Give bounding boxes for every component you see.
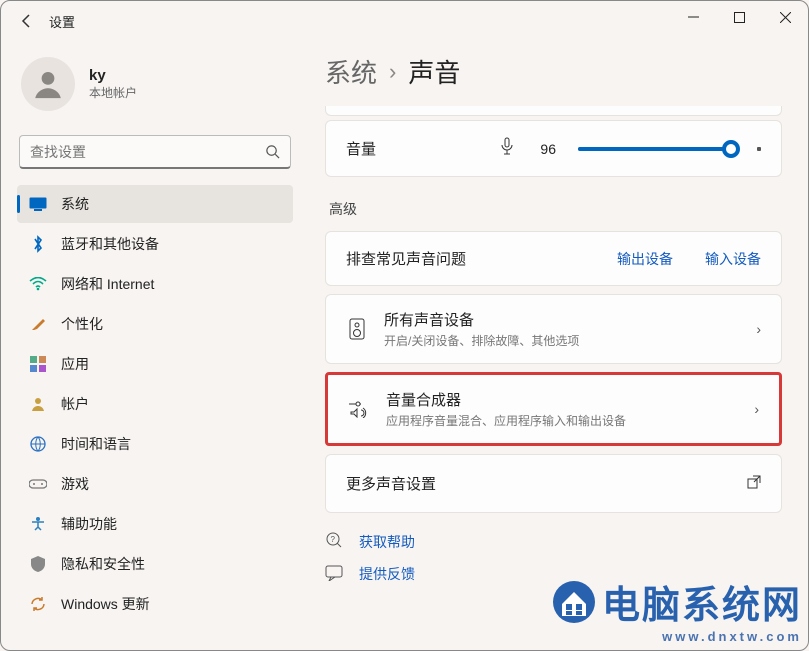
person-icon [31, 67, 65, 101]
nav-label: 时间和语言 [61, 434, 131, 454]
volume-card: 音量 96 [325, 120, 782, 177]
nav-privacy[interactable]: 隐私和安全性 [17, 545, 293, 583]
nav-label: 应用 [61, 354, 89, 374]
mixer-icon [348, 400, 370, 418]
nav-label: 辅助功能 [61, 514, 117, 534]
arrow-left-icon [19, 13, 35, 29]
volume-mixer-card[interactable]: 音量合成器 应用程序音量混合、应用程序输入和输出设备 › [325, 372, 782, 446]
mixer-sub: 应用程序音量混合、应用程序输入和输出设备 [386, 412, 738, 429]
slider-max-icon [757, 147, 761, 151]
speaker-devices-icon [346, 318, 368, 340]
apps-icon [29, 355, 47, 373]
breadcrumb-current: 声音 [408, 53, 460, 90]
card-stub-top [325, 106, 782, 116]
nav-system[interactable]: 系统 [17, 185, 293, 223]
nav-accounts[interactable]: 帐户 [17, 385, 293, 423]
more-sound-settings-card[interactable]: 更多声音设置 [325, 454, 782, 513]
nav-network[interactable]: 网络和 Internet [17, 265, 293, 303]
maximize-button[interactable] [716, 1, 762, 33]
all-devices-sub: 开启/关闭设备、排除故障、其他选项 [384, 332, 740, 349]
help-label: 获取帮助 [359, 532, 415, 552]
minimize-button[interactable] [670, 1, 716, 33]
accessibility-icon [29, 515, 47, 533]
all-devices-title: 所有声音设备 [384, 309, 740, 330]
breadcrumb-parent[interactable]: 系统 [325, 53, 377, 90]
troubleshoot-card: 排查常见声音问题 输出设备 输入设备 [325, 231, 782, 286]
feedback-icon [325, 565, 345, 584]
watermark: 电脑系统网 www.dnxtw.com [552, 574, 802, 644]
bluetooth-icon [29, 235, 47, 253]
user-name: ky [89, 67, 137, 84]
chevron-right-icon: › [754, 401, 759, 417]
close-icon [780, 12, 791, 23]
volume-slider[interactable] [578, 147, 737, 151]
shield-icon [29, 555, 47, 573]
all-sound-devices-card[interactable]: 所有声音设备 开启/关闭设备、排除故障、其他选项 › [325, 294, 782, 364]
nav-gaming[interactable]: 游戏 [17, 465, 293, 503]
nav-personalization[interactable]: 个性化 [17, 305, 293, 343]
breadcrumb-sep: › [389, 59, 396, 85]
slider-thumb[interactable] [722, 140, 740, 158]
house-icon [552, 580, 596, 624]
game-icon [29, 475, 47, 493]
input-device-link[interactable]: 输入设备 [705, 249, 761, 269]
nav-label: 网络和 Internet [61, 274, 154, 294]
minimize-icon [688, 12, 699, 23]
search-field[interactable] [19, 135, 291, 169]
help-icon: ? [325, 531, 345, 552]
output-device-link[interactable]: 输出设备 [617, 249, 673, 269]
nav-label: 游戏 [61, 474, 89, 494]
window-title: 设置 [49, 12, 75, 31]
svg-text:?: ? [331, 535, 336, 544]
system-icon [29, 195, 47, 213]
nav-apps[interactable]: 应用 [17, 345, 293, 383]
nav-label: 蓝牙和其他设备 [61, 234, 159, 254]
nav-time-language[interactable]: 时间和语言 [17, 425, 293, 463]
section-advanced: 高级 [329, 199, 782, 219]
wifi-icon [29, 275, 47, 293]
search-icon [265, 144, 280, 159]
person-icon [29, 395, 47, 413]
nav-accessibility[interactable]: 辅助功能 [17, 505, 293, 543]
feedback-label: 提供反馈 [359, 564, 415, 584]
troubleshoot-label: 排查常见声音问题 [346, 248, 585, 269]
brush-icon [29, 315, 47, 333]
mixer-title: 音量合成器 [386, 389, 738, 410]
back-button[interactable] [9, 3, 45, 39]
external-link-icon [747, 475, 761, 492]
search-input[interactable] [30, 144, 265, 160]
globe-icon [29, 435, 47, 453]
chevron-right-icon: › [756, 321, 761, 337]
nav-label: 隐私和安全性 [61, 554, 145, 574]
breadcrumb: 系统 › 声音 [325, 53, 782, 90]
update-icon [29, 595, 47, 613]
watermark-url: www.dnxtw.com [552, 629, 802, 644]
mic-icon[interactable] [500, 137, 518, 160]
maximize-icon [734, 12, 745, 23]
watermark-brand: 电脑系统网 [602, 574, 802, 629]
volume-value: 96 [532, 141, 556, 157]
volume-label: 音量 [346, 138, 486, 159]
more-sound-title: 更多声音设置 [346, 473, 731, 494]
avatar [21, 57, 75, 111]
get-help-link[interactable]: ? 获取帮助 [325, 531, 782, 552]
user-subtitle: 本地帐户 [89, 84, 137, 101]
nav-label: 帐户 [61, 394, 89, 414]
nav-bluetooth[interactable]: 蓝牙和其他设备 [17, 225, 293, 263]
nav-list: 系统 蓝牙和其他设备 网络和 Internet 个性化 应用 [17, 185, 293, 623]
nav-update[interactable]: Windows 更新 [17, 585, 293, 623]
user-block[interactable]: ky 本地帐户 [17, 49, 293, 129]
nav-label: Windows 更新 [61, 594, 150, 614]
nav-label: 个性化 [61, 314, 103, 334]
nav-label: 系统 [61, 194, 89, 214]
close-button[interactable] [762, 1, 808, 33]
